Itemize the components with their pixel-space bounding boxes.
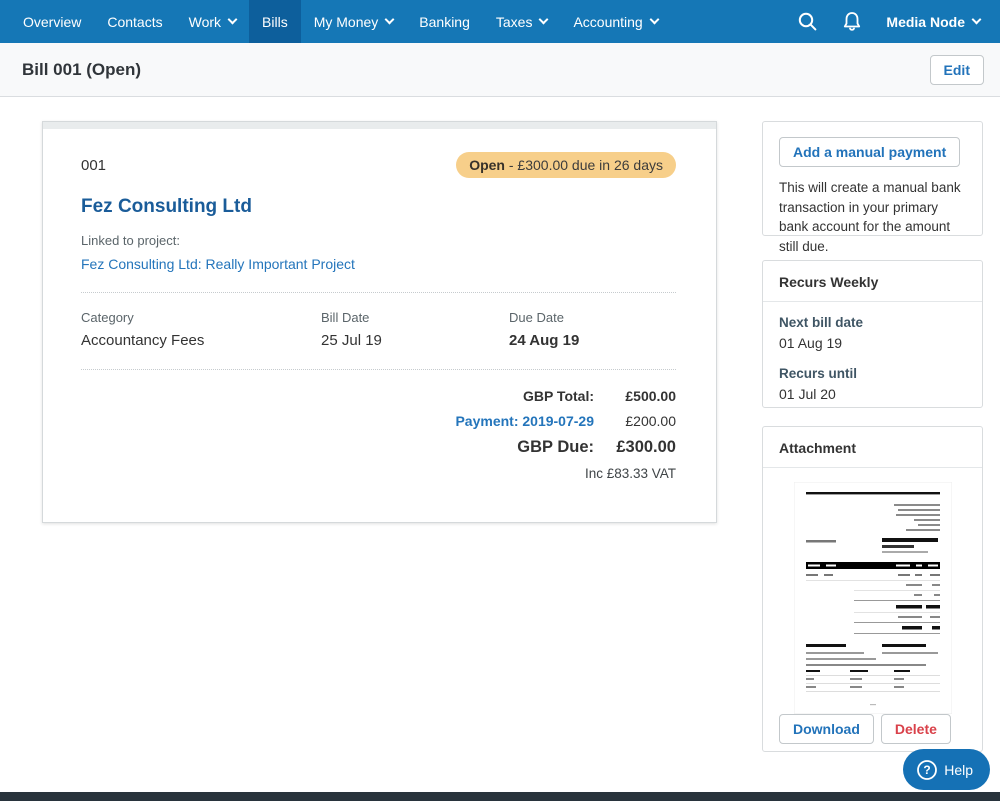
chevron-down-icon xyxy=(539,15,549,25)
recurs-until-label: Recurs until xyxy=(779,366,966,381)
attachment-box-title: Attachment xyxy=(763,427,982,468)
account-menu[interactable]: Media Node xyxy=(886,14,980,30)
due-date-value: 24 Aug 19 xyxy=(509,332,676,349)
page-title: Bill 001 (Open) xyxy=(22,60,141,80)
bill-date-value: 25 Jul 19 xyxy=(321,332,509,349)
attachment-box-body: Download Delete xyxy=(763,468,982,758)
help-button[interactable]: ? Help xyxy=(903,749,990,790)
nav-item-contacts[interactable]: Contacts xyxy=(94,0,175,43)
totals-block: GBP Total: £500.00 Payment: 2019-07-29 £… xyxy=(81,388,676,481)
recurs-until-group: Recurs until 01 Jul 20 xyxy=(779,366,966,402)
nav-item-label: Work xyxy=(189,14,221,30)
nav-item-label: Taxes xyxy=(496,14,533,30)
attachment-thumbnail[interactable] xyxy=(794,482,952,714)
recurs-box-title: Recurs Weekly xyxy=(763,261,982,302)
due-row: GBP Due: £300.00 xyxy=(81,438,676,457)
bill-reference: 001 xyxy=(81,157,106,174)
nav-item-label: My Money xyxy=(314,14,379,30)
recurs-until-value: 01 Jul 20 xyxy=(779,386,966,402)
due-date-label: Due Date xyxy=(509,310,676,325)
divider xyxy=(81,292,676,293)
nav-right-group: Media Node xyxy=(797,0,1000,43)
status-badge: Open - £300.00 due in 26 days xyxy=(456,152,676,178)
payment-link[interactable]: Payment: 2019-07-29 xyxy=(455,413,594,429)
delete-button[interactable]: Delete xyxy=(881,714,951,744)
chevron-down-icon xyxy=(228,15,238,25)
bill-card: 001 Open - £300.00 due in 26 days Fez Co… xyxy=(42,121,717,523)
chevron-down-icon xyxy=(649,15,659,25)
question-mark-icon: ? xyxy=(916,759,938,781)
nav-item-accounting[interactable]: Accounting xyxy=(560,0,670,43)
chevron-down-icon xyxy=(385,15,395,25)
contact-name-link[interactable]: Fez Consulting Ltd xyxy=(81,196,676,218)
notifications-bell-icon[interactable] xyxy=(842,11,862,32)
nav-item-label: Contacts xyxy=(107,14,162,30)
account-name: Media Node xyxy=(886,14,965,30)
card-top-strip xyxy=(43,122,716,129)
nav-item-label: Accounting xyxy=(573,14,642,30)
manual-payment-description: This will create a manual bank transacti… xyxy=(779,178,966,256)
gbp-total-label: GBP Total: xyxy=(523,388,594,404)
inc-vat-value: Inc £83.33 VAT xyxy=(585,466,676,481)
payment-value: £200.00 xyxy=(594,413,676,429)
status-badge-status: Open xyxy=(469,157,505,173)
attachment-box: Attachment xyxy=(762,426,983,752)
content-area: 001 Open - £300.00 due in 26 days Fez Co… xyxy=(0,97,1000,792)
nav-item-label: Bills xyxy=(262,14,288,30)
nav-item-label: Overview xyxy=(23,14,81,30)
nav-item-taxes[interactable]: Taxes xyxy=(483,0,561,43)
bill-date-label: Bill Date xyxy=(321,310,509,325)
edit-button[interactable]: Edit xyxy=(930,55,984,85)
top-nav: Overview Contacts Work Bills My Money Ba… xyxy=(0,0,1000,43)
manual-payment-box: Add a manual payment This will create a … xyxy=(762,121,983,236)
status-badge-detail: - £300.00 due in 26 days xyxy=(505,157,663,173)
next-bill-date-group: Next bill date 01 Aug 19 xyxy=(779,315,966,351)
due-date-column: Due Date 24 Aug 19 xyxy=(509,310,676,349)
chevron-down-icon xyxy=(972,15,982,25)
vat-row: Inc £83.33 VAT xyxy=(81,466,676,481)
recurs-box: Recurs Weekly Next bill date 01 Aug 19 R… xyxy=(762,260,983,408)
nav-item-my-money[interactable]: My Money xyxy=(301,0,407,43)
add-manual-payment-button[interactable]: Add a manual payment xyxy=(779,137,960,167)
nav-item-bills[interactable]: Bills xyxy=(249,0,301,43)
download-button[interactable]: Download xyxy=(779,714,874,744)
gbp-due-label: GBP Due: xyxy=(517,438,594,457)
next-bill-date-label: Next bill date xyxy=(779,315,966,330)
recurs-box-body: Next bill date 01 Aug 19 Recurs until 01… xyxy=(763,302,982,415)
bill-detail-columns: Category Accountancy Fees Bill Date 25 J… xyxy=(81,310,676,349)
linked-project-label: Linked to project: xyxy=(81,233,676,248)
linked-project-link[interactable]: Fez Consulting Ltd: Really Important Pro… xyxy=(81,256,676,272)
bill-date-column: Bill Date 25 Jul 19 xyxy=(321,310,509,349)
page-header: Bill 001 (Open) Edit xyxy=(0,43,1000,97)
attachment-buttons: Download Delete xyxy=(779,714,966,744)
category-value: Accountancy Fees xyxy=(81,332,321,349)
divider xyxy=(81,369,676,370)
total-row: GBP Total: £500.00 xyxy=(81,388,676,404)
nav-item-work[interactable]: Work xyxy=(176,0,249,43)
sidebar: Add a manual payment This will create a … xyxy=(762,121,983,752)
svg-text:?: ? xyxy=(924,763,931,777)
footer-bar xyxy=(0,792,1000,801)
search-icon[interactable] xyxy=(797,11,818,32)
help-label: Help xyxy=(944,762,973,778)
gbp-due-value: £300.00 xyxy=(594,438,676,457)
next-bill-date-value: 01 Aug 19 xyxy=(779,335,966,351)
nav-item-label: Banking xyxy=(419,14,470,30)
nav-item-banking[interactable]: Banking xyxy=(406,0,483,43)
nav-item-overview[interactable]: Overview xyxy=(10,0,94,43)
payment-row: Payment: 2019-07-29 £200.00 xyxy=(81,413,676,429)
category-column: Category Accountancy Fees xyxy=(81,310,321,349)
category-label: Category xyxy=(81,310,321,325)
bill-reference-row: 001 Open - £300.00 due in 26 days xyxy=(81,152,676,178)
gbp-total-value: £500.00 xyxy=(594,388,676,404)
